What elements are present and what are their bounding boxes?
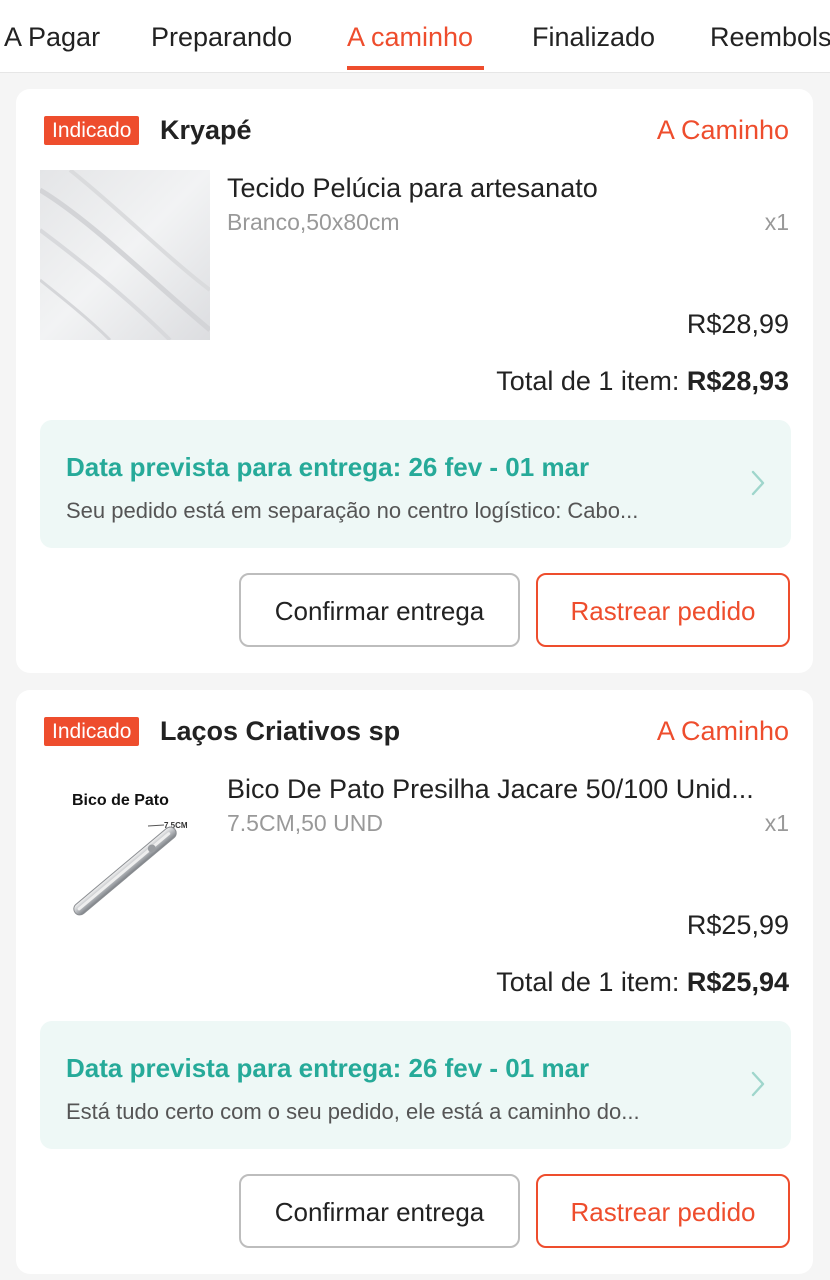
order-status: A Caminho [656,716,789,746]
confirm-delivery-button[interactable]: Confirmar entrega [239,1174,520,1248]
total-amount: R$28,93 [686,366,789,396]
confirm-delivery-button[interactable]: Confirmar entrega [239,573,520,647]
total-label: Total de 1 item: [496,366,687,396]
white-fabric-image[interactable] [40,170,210,340]
indicado-badge: Indicado [44,717,140,746]
tab-finalizado[interactable]: Finalizado [532,20,655,54]
indicado-badge: Indicado [44,116,140,145]
total-amount: R$25,94 [686,967,789,997]
shop-header[interactable]: Indicado Kryapé A Caminho [44,115,789,145]
product-name[interactable]: Tecido Pelúcia para artesanato [227,171,787,205]
tab-preparando[interactable]: Preparando [151,20,292,54]
order-card[interactable]: Indicado Laços Criativos sp A Caminho Bi… [16,690,813,1274]
delivery-estimate: Data prevista para entrega: 26 fev - 01 … [66,452,590,482]
delivery-status-message: Está tudo certo com o seu pedido, ele es… [66,1099,640,1124]
package-label: Bico de Pato [72,792,169,809]
tab-a-pagar[interactable]: A Pagar [4,20,100,54]
order-status-tabs: A Pagar Preparando A caminho Finalizado … [0,0,830,73]
product-price: R$28,99 [686,309,789,339]
hair-clip-image[interactable]: Bico de Pato 7,5CM [40,771,210,941]
shop-name[interactable]: Kryapé [160,114,252,146]
order-total: Total de 1 item: R$25,94 [496,965,789,999]
delivery-info-panel[interactable]: Data prevista para entrega: 26 fev - 01 … [40,1021,791,1149]
product-variant: Branco,50x80cm [227,209,400,235]
product-price: R$25,99 [686,910,789,940]
product-quantity: x1 [764,209,789,235]
track-order-button[interactable]: Rastrear pedido [536,1174,790,1248]
order-card[interactable]: Indicado Kryapé A Caminho Tecido Pelúcia… [16,89,813,673]
delivery-status-message: Seu pedido está em separação no centro l… [66,498,639,523]
tab-reembolsos[interactable]: Reembolsos [710,20,830,54]
chevron-right-icon [751,470,765,496]
order-total: Total de 1 item: R$28,93 [496,364,789,398]
product-name[interactable]: Bico De Pato Presilha Jacare 50/100 Unid… [227,772,787,806]
total-label: Total de 1 item: [496,967,687,997]
product-variant: 7.5CM,50 UND [227,810,383,836]
shop-name[interactable]: Laços Criativos sp [160,715,400,747]
shop-header[interactable]: Indicado Laços Criativos sp A Caminho [44,716,789,746]
delivery-estimate: Data prevista para entrega: 26 fev - 01 … [66,1053,590,1083]
delivery-info-panel[interactable]: Data prevista para entrega: 26 fev - 01 … [40,420,791,548]
product-quantity: x1 [764,810,789,836]
track-order-button[interactable]: Rastrear pedido [536,573,790,647]
chevron-right-icon [751,1071,765,1097]
tab-a-caminho[interactable]: A caminho [347,20,473,54]
order-status: A Caminho [656,115,789,145]
active-tab-indicator [347,66,484,70]
